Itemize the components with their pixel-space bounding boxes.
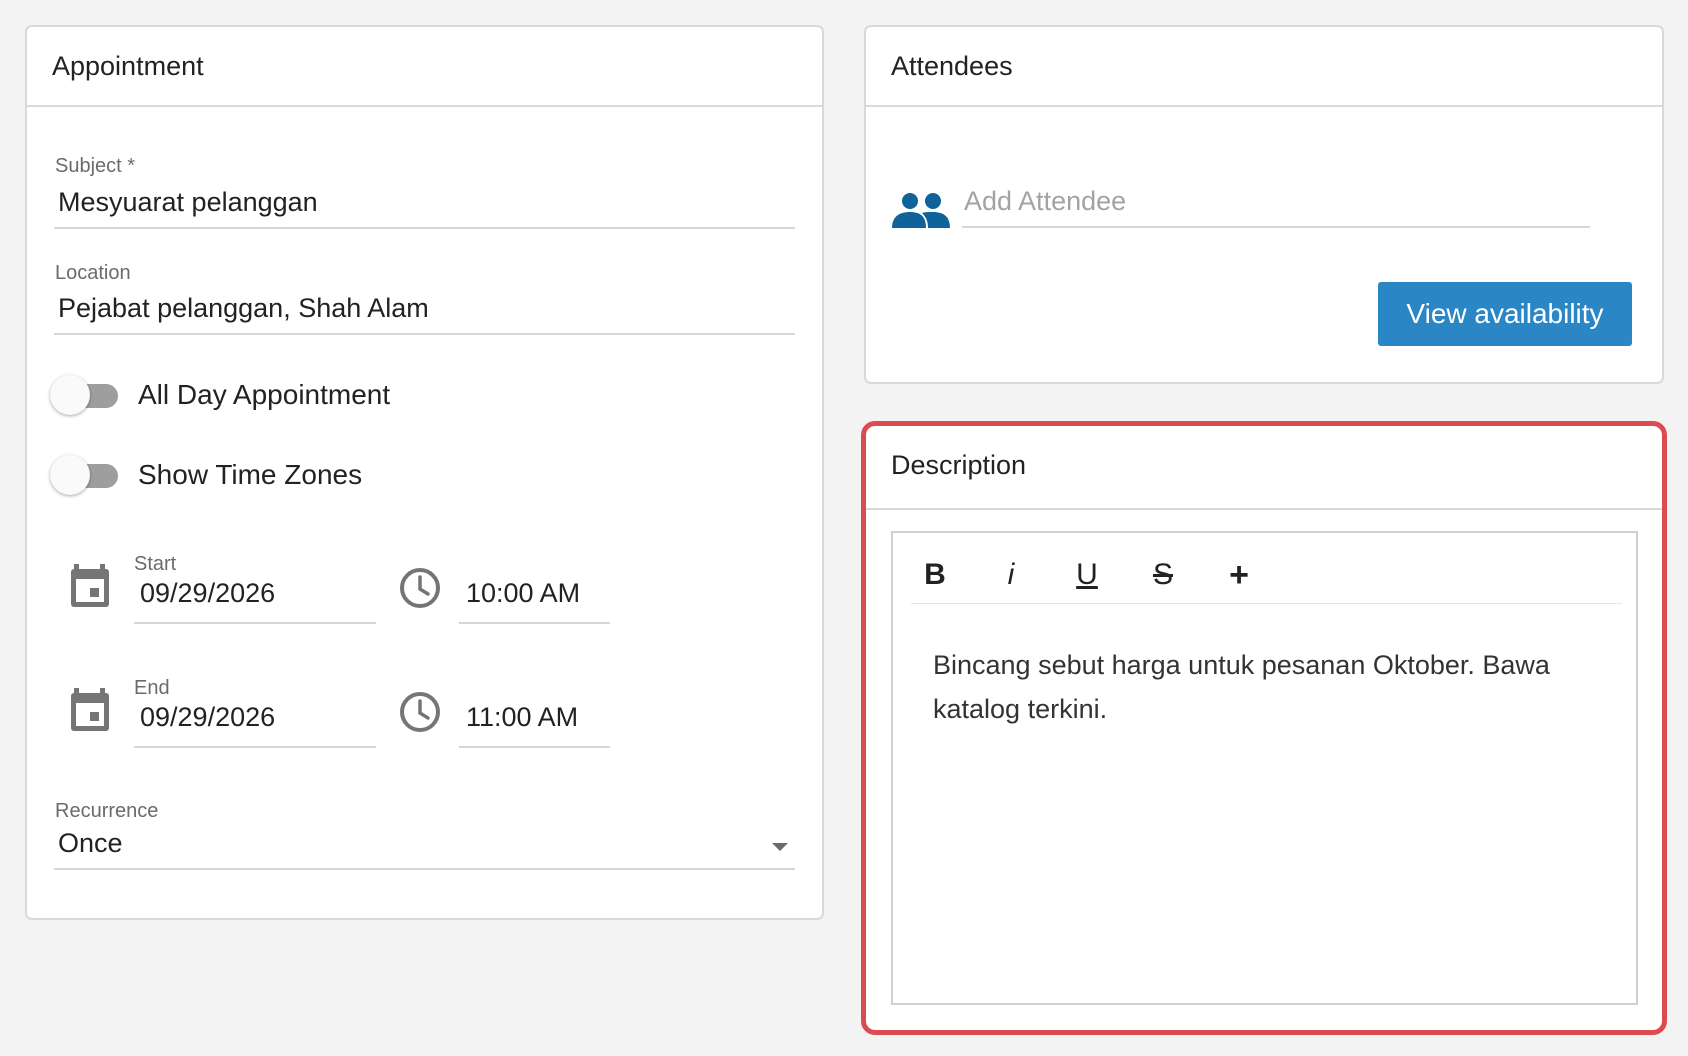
all-day-toggle[interactable] — [50, 373, 120, 417]
bold-button[interactable]: B — [913, 553, 957, 597]
end-label: End — [134, 677, 170, 699]
toggle-knob — [50, 455, 90, 495]
underline-button[interactable]: U — [1065, 553, 1109, 597]
end-date-input[interactable]: 09/29/2026 — [140, 702, 275, 733]
people-icon — [892, 193, 950, 228]
start-label: Start — [134, 553, 177, 575]
end-time-input[interactable]: 11:00 AM — [466, 702, 578, 733]
location-label: Location — [55, 262, 131, 284]
subject-input[interactable]: Mesyuarat pelanggan — [58, 187, 318, 218]
chevron-down-icon[interactable] — [772, 843, 788, 851]
clock-icon[interactable] — [398, 566, 442, 610]
all-day-label: All Day Appointment — [138, 379, 391, 410]
start-date-underline — [134, 622, 376, 624]
end-time-underline — [459, 746, 610, 748]
add-attendee-input[interactable]: Add Attendee — [964, 186, 1126, 217]
end-date-underline — [134, 746, 376, 748]
calendar-icon[interactable] — [70, 688, 110, 732]
time-zones-label: Show Time Zones — [138, 459, 363, 490]
subject-label: Subject * — [55, 155, 136, 177]
location-underline — [54, 333, 795, 335]
toggle-knob — [50, 375, 90, 415]
strikethrough-button[interactable]: S — [1141, 553, 1185, 597]
appointment-header: Appointment — [27, 27, 822, 107]
italic-button[interactable]: i — [989, 553, 1033, 597]
add-attendee-underline — [962, 226, 1590, 228]
start-date-input[interactable]: 09/29/2026 — [140, 578, 275, 609]
recurrence-underline — [54, 868, 795, 870]
description-text[interactable]: Bincang sebut harga untuk pesanan Oktobe… — [933, 643, 1593, 731]
subject-underline — [54, 227, 795, 229]
description-header: Description — [866, 426, 1662, 510]
time-zones-toggle[interactable] — [50, 453, 120, 497]
start-time-input[interactable]: 10:00 AM — [466, 578, 580, 609]
rich-text-editor[interactable]: B i U S + Bincang sebut harga untuk pesa… — [891, 531, 1638, 1005]
view-availability-button[interactable]: View availability — [1378, 282, 1632, 346]
recurrence-select[interactable]: Once — [58, 828, 123, 859]
clock-icon[interactable] — [398, 690, 442, 734]
attendees-header: Attendees — [866, 27, 1662, 107]
more-options-button[interactable]: + — [1217, 553, 1261, 597]
calendar-icon[interactable] — [70, 564, 110, 608]
toolbar-divider — [911, 603, 1622, 604]
recurrence-label: Recurrence — [55, 800, 159, 822]
start-time-underline — [459, 622, 610, 624]
location-input[interactable]: Pejabat pelanggan, Shah Alam — [58, 293, 429, 324]
